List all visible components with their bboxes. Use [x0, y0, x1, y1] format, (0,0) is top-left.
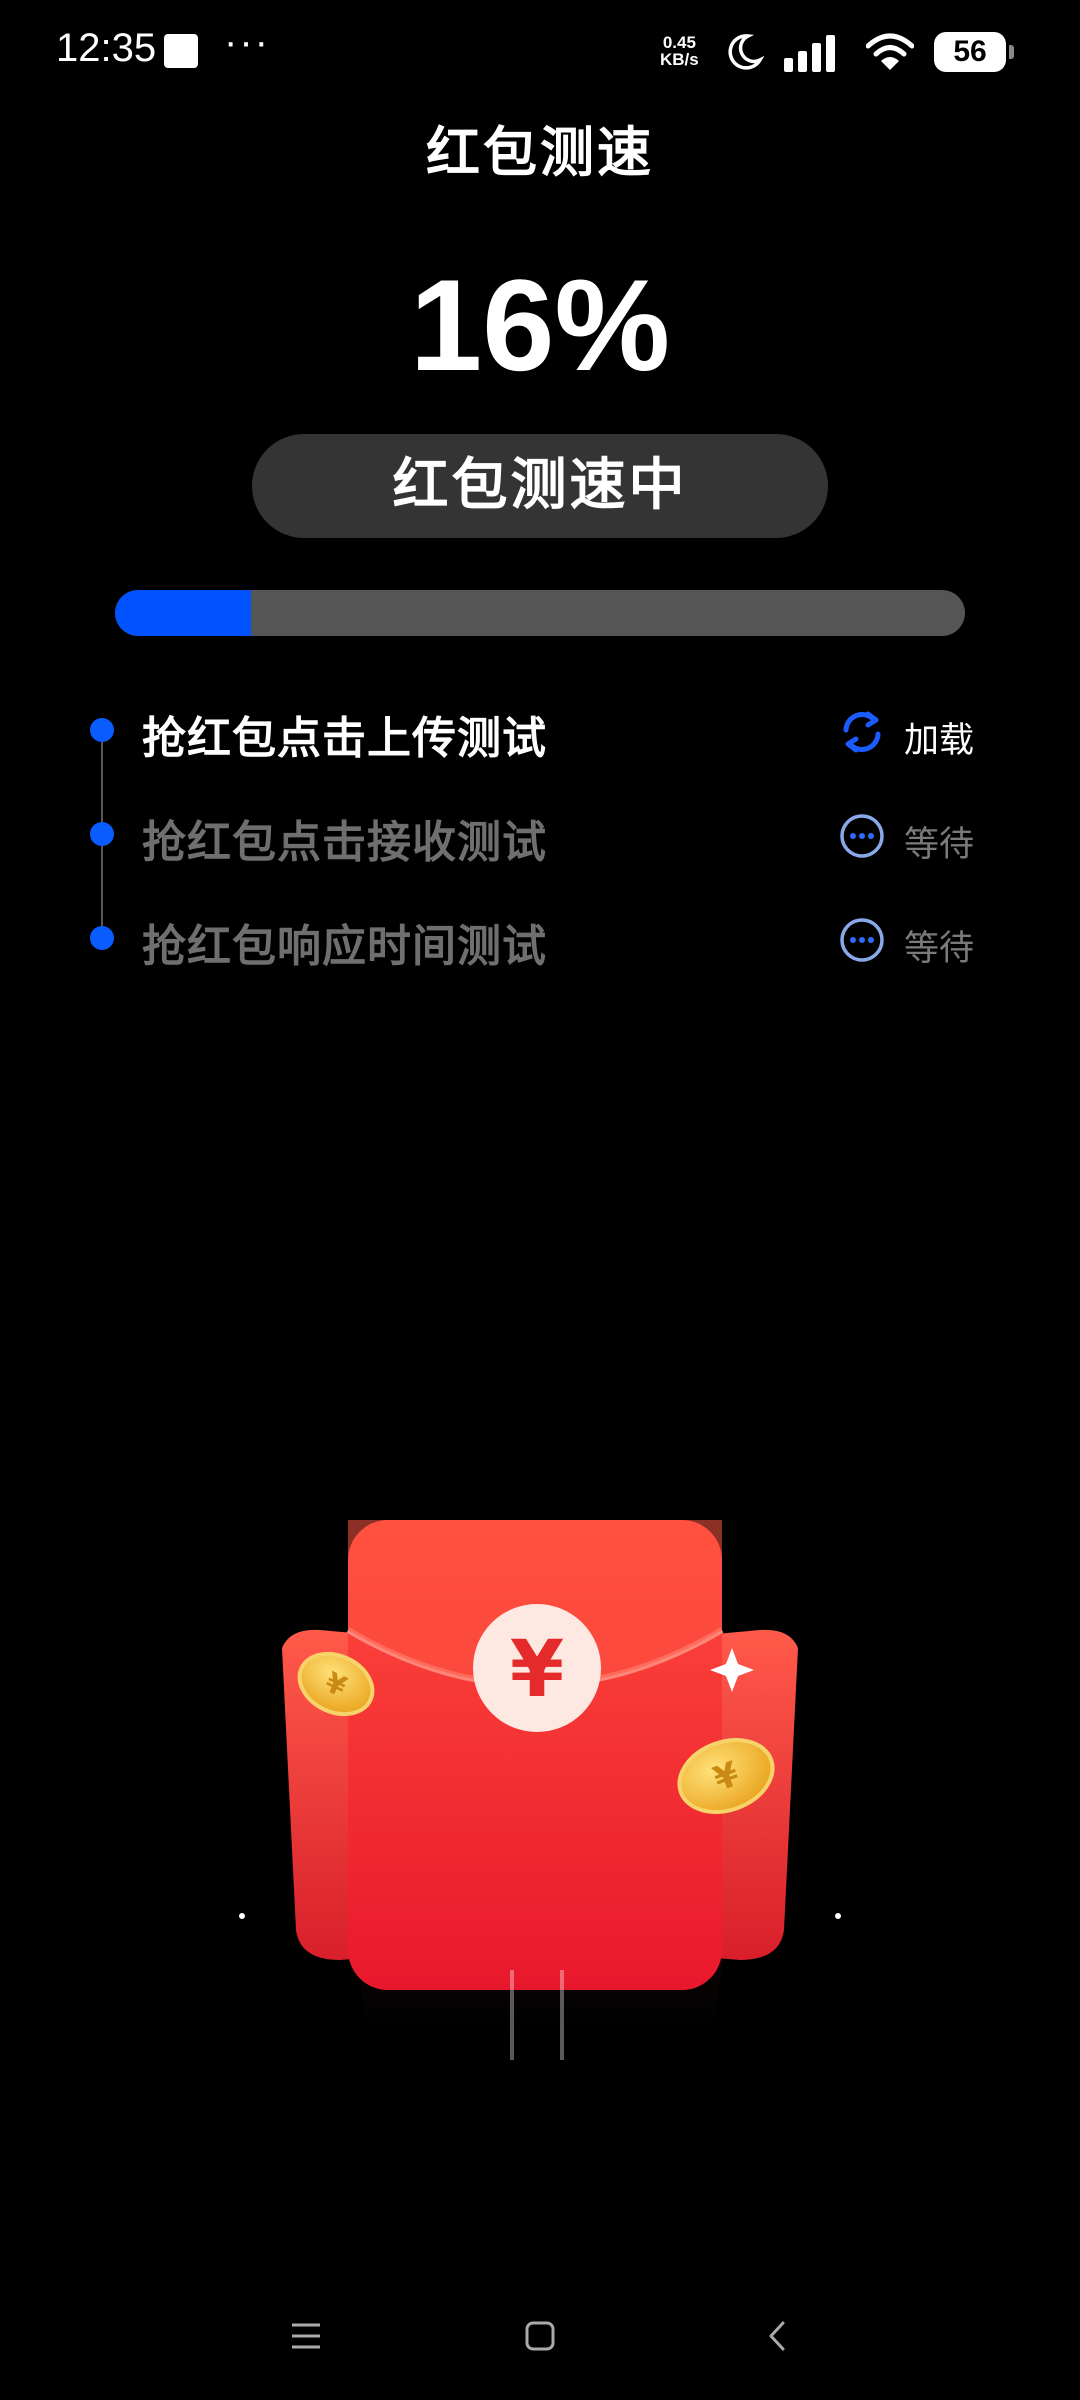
step-label: 抢红包点击上传测试: [142, 713, 547, 764]
testing-status-pill: 红包测速中: [252, 434, 828, 538]
network-speed-value: 0.45: [662, 33, 696, 52]
more-circle-icon: [840, 814, 884, 858]
progress-percent: 16%: [409, 252, 671, 398]
progress-bar-fill: [115, 590, 251, 636]
red-envelope-icon: ¥ ¥ ¥: [239, 1520, 841, 2060]
signal-icon: [784, 35, 835, 72]
more-circle-icon: [840, 918, 884, 962]
step-label: 抢红包响应时间测试: [142, 921, 547, 972]
network-speed: 0.45 KB/s: [660, 34, 699, 68]
status-time: 12:35: [56, 26, 157, 70]
step-upload-test: 抢红包点击上传测试 加载: [0, 690, 1080, 770]
step-receive-test: 抢红包点击接收测试 等待: [0, 794, 1080, 874]
step-dot: [90, 718, 114, 742]
progress-bar: [115, 590, 965, 636]
step-response-time-test: 抢红包响应时间测试 等待: [0, 898, 1080, 978]
battery-icon: 56: [934, 32, 1014, 72]
menu-icon[interactable]: [284, 2314, 328, 2358]
yen-symbol: ¥: [510, 1625, 564, 1715]
refresh-icon: [843, 711, 881, 753]
step-status: 加载: [904, 721, 975, 761]
home-icon[interactable]: [518, 2314, 562, 2358]
system-nav-bar: [0, 2290, 1080, 2380]
page-title: 红包测速: [426, 121, 654, 184]
status-bar: 12:35 ··· 0.45 KB/s 56: [0, 0, 1080, 105]
step-label: 抢红包点击接收测试: [142, 817, 547, 868]
step-status: 等待: [904, 825, 975, 865]
back-icon[interactable]: [756, 2314, 800, 2358]
wifi-icon: [866, 33, 914, 70]
notification-square-icon: [164, 34, 198, 68]
step-dot: [90, 926, 114, 950]
moon-icon: [728, 34, 764, 70]
step-dot: [90, 822, 114, 846]
overflow-dots: ···: [224, 20, 270, 64]
network-speed-unit: KB/s: [660, 50, 699, 69]
step-status: 等待: [904, 929, 975, 969]
